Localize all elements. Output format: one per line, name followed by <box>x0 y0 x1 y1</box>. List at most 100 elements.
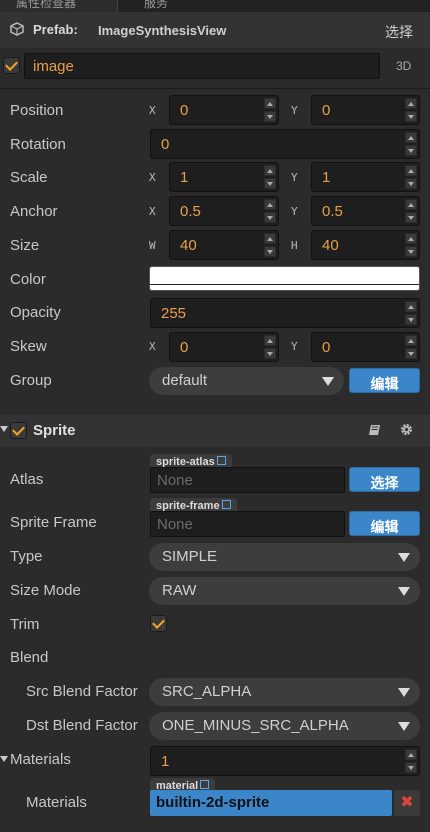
atlas-label: Atlas <box>10 471 44 488</box>
sprite-frame-edit-button[interactable]: 编辑 <box>349 511 420 536</box>
position-x-axis: X <box>149 104 156 117</box>
color-picker[interactable] <box>149 266 420 291</box>
type-label: Type <box>10 548 43 565</box>
trim-checkbox[interactable] <box>150 615 167 632</box>
tab-inspector[interactable]: 属性检查器 <box>0 0 118 12</box>
dst-blend-value: ONE_MINUS_SRC_ALPHA <box>162 717 349 734</box>
size-h-stepper[interactable] <box>405 233 417 257</box>
position-x-stepper[interactable] <box>264 98 276 122</box>
skew-y-value: 0 <box>322 339 331 356</box>
position-y-input[interactable]: 0 <box>311 95 420 125</box>
external-link-icon[interactable] <box>200 780 210 789</box>
size-mode-label: Size Mode <box>10 582 81 599</box>
opacity-input[interactable]: 255 <box>150 298 420 328</box>
help-book-icon[interactable] <box>368 424 381 436</box>
blend-label: Blend <box>10 649 49 666</box>
atlas-asset-field[interactable]: None <box>150 467 345 493</box>
rotation-input[interactable]: 0 <box>150 129 420 159</box>
size-w-value: 40 <box>180 237 197 254</box>
dropdown-arrow-icon <box>398 553 410 562</box>
rotation-stepper[interactable] <box>405 132 417 156</box>
size-h-input[interactable]: 40 <box>311 230 420 260</box>
anchor-x-axis: X <box>149 205 156 218</box>
skew-x-value: 0 <box>180 339 189 356</box>
opacity-value: 255 <box>161 305 187 322</box>
anchor-x-input[interactable]: 0.5 <box>169 196 279 226</box>
external-link-icon[interactable] <box>216 456 226 465</box>
scale-x-input[interactable]: 1 <box>169 162 279 192</box>
size-w-input[interactable]: 40 <box>169 230 279 260</box>
opacity-stepper[interactable] <box>405 301 417 325</box>
position-y-stepper[interactable] <box>405 98 417 122</box>
materials-count-input[interactable]: 1 <box>150 746 420 776</box>
dst-blend-label: Dst Blend Factor <box>26 717 138 734</box>
close-icon[interactable]: ✖ <box>394 790 420 816</box>
position-y-value: 0 <box>322 102 331 119</box>
skew-x-stepper[interactable] <box>264 335 276 359</box>
material-asset-field[interactable]: builtin-2d-sprite <box>150 790 392 816</box>
size-h-axis: H <box>291 239 298 252</box>
group-label: Group <box>10 372 52 389</box>
material-item-label: Materials <box>26 794 87 811</box>
skew-y-stepper[interactable] <box>405 335 417 359</box>
prefab-select-button[interactable]: 选择 <box>385 22 413 42</box>
collapse-arrow-icon[interactable] <box>0 756 8 764</box>
anchor-label: Anchor <box>10 203 58 220</box>
tab-services[interactable]: 服务 <box>126 0 168 12</box>
scale-x-stepper[interactable] <box>264 165 276 189</box>
size-mode-dropdown[interactable]: RAW <box>149 577 420 605</box>
sprite-frame-asset-field[interactable]: None <box>150 511 345 537</box>
size-w-axis: W <box>149 239 156 252</box>
scale-y-axis: Y <box>291 171 298 184</box>
atlas-select-button[interactable]: 选择 <box>349 467 420 492</box>
prefab-icon <box>10 22 24 36</box>
sprite-frame-label: Sprite Frame <box>10 514 97 531</box>
dropdown-arrow-icon <box>398 688 410 697</box>
3d-toggle[interactable]: 3D <box>396 59 411 73</box>
dst-blend-dropdown[interactable]: ONE_MINUS_SRC_ALPHA <box>149 712 420 740</box>
divider <box>0 88 430 89</box>
dropdown-arrow-icon <box>398 587 410 596</box>
src-blend-dropdown[interactable]: SRC_ALPHA <box>149 678 420 706</box>
opacity-label: Opacity <box>10 304 61 321</box>
node-name-input[interactable]: image <box>24 53 380 79</box>
type-dropdown[interactable]: SIMPLE <box>149 543 420 571</box>
scale-y-input[interactable]: 1 <box>311 162 420 192</box>
scale-x-value: 1 <box>180 169 189 186</box>
skew-y-axis: Y <box>291 340 298 353</box>
group-value: default <box>162 372 208 389</box>
trim-label: Trim <box>10 616 40 633</box>
position-x-input[interactable]: 0 <box>169 95 279 125</box>
group-dropdown[interactable]: default <box>149 367 344 395</box>
anchor-y-stepper[interactable] <box>405 199 417 223</box>
src-blend-label: Src Blend Factor <box>26 683 138 700</box>
rotation-label: Rotation <box>10 136 66 153</box>
size-w-stepper[interactable] <box>264 233 276 257</box>
size-mode-value: RAW <box>162 582 197 599</box>
materials-count-stepper[interactable] <box>405 749 417 773</box>
external-link-icon[interactable] <box>221 500 231 509</box>
sprite-title: Sprite <box>33 422 76 439</box>
scale-x-axis: X <box>149 171 156 184</box>
group-edit-button[interactable]: 编辑 <box>349 368 420 393</box>
scale-y-stepper[interactable] <box>405 165 417 189</box>
dropdown-arrow-icon <box>322 377 334 386</box>
position-x-value: 0 <box>180 102 189 119</box>
skew-y-input[interactable]: 0 <box>311 332 420 362</box>
gear-icon[interactable] <box>400 423 413 436</box>
anchor-x-stepper[interactable] <box>264 199 276 223</box>
size-h-value: 40 <box>322 237 339 254</box>
node-active-checkbox[interactable] <box>3 57 20 74</box>
materials-count-value: 1 <box>161 753 170 770</box>
sprite-enabled-checkbox[interactable] <box>10 422 27 439</box>
collapse-arrow-icon[interactable] <box>0 426 8 436</box>
scale-label: Scale <box>10 169 48 186</box>
panel-tab-bar: 属性检查器 服务 <box>0 0 430 12</box>
prefab-name: ImageSynthesisView <box>98 23 227 38</box>
skew-x-axis: X <box>149 340 156 353</box>
type-value: SIMPLE <box>162 548 218 565</box>
scale-y-value: 1 <box>322 169 331 186</box>
skew-x-input[interactable]: 0 <box>169 332 279 362</box>
dropdown-arrow-icon <box>398 722 410 731</box>
anchor-y-input[interactable]: 0.5 <box>311 196 420 226</box>
